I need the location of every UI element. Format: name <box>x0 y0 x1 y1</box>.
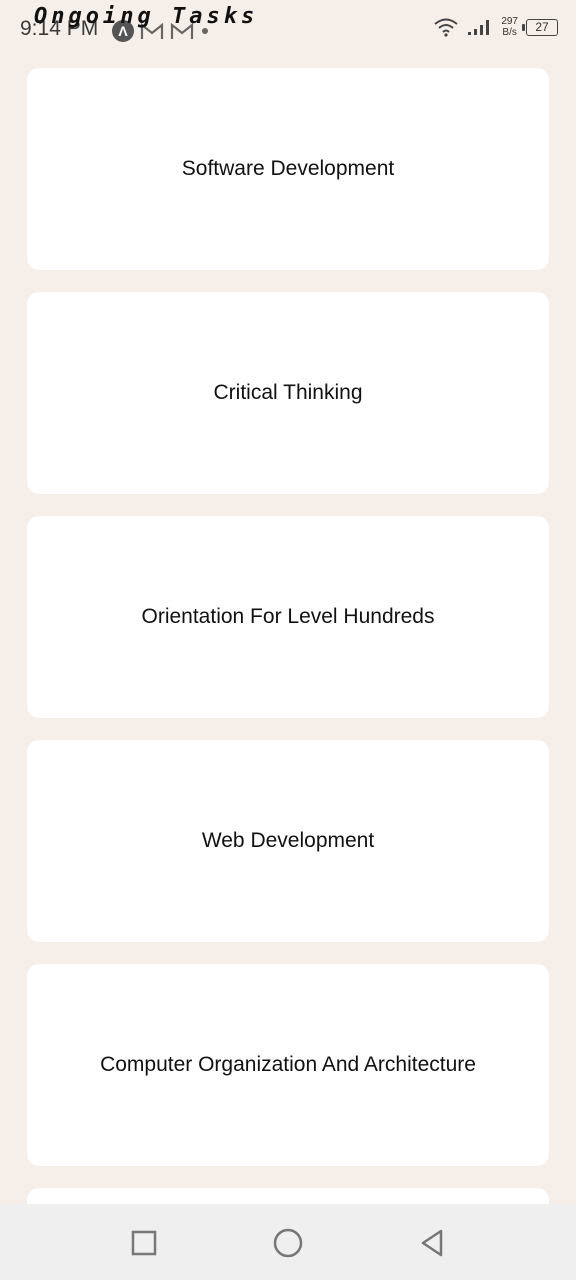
task-card-web-development[interactable]: Web Development <box>27 740 549 942</box>
net-speed-unit: B/s <box>502 27 517 38</box>
network-speed: 297 B/s <box>501 16 518 38</box>
recents-square-icon[interactable] <box>127 1226 161 1260</box>
page-title: Ongoing Tasks <box>34 4 259 29</box>
wifi-icon <box>434 18 458 37</box>
task-label: Web Development <box>201 829 375 852</box>
task-card-software-development[interactable]: Software Development <box>27 68 549 270</box>
signal-icon <box>468 20 490 35</box>
task-label: Computer Organization And Architecture <box>100 1053 476 1076</box>
task-label: Critical Thinking <box>213 381 363 404</box>
task-label: Software Development <box>181 157 395 180</box>
navigation-bar <box>0 1204 576 1280</box>
home-circle-icon[interactable] <box>271 1226 305 1260</box>
battery-level: 27 <box>535 20 549 34</box>
task-card-orientation[interactable]: Orientation For Level Hundreds <box>27 516 549 718</box>
battery-icon: 27 <box>522 18 558 36</box>
system-icons: 297 B/s 27 <box>433 16 558 38</box>
status-bar: 9:14 PM Λ Ongoing Tasks 297 B/s 27 <box>0 0 576 56</box>
task-card-computer-organization[interactable]: Computer Organization And Architecture <box>27 964 549 1166</box>
back-triangle-icon[interactable] <box>415 1226 449 1260</box>
task-list: Software Development Critical Thinking O… <box>27 68 549 1230</box>
task-card-critical-thinking[interactable]: Critical Thinking <box>27 292 549 494</box>
net-speed-value: 297 <box>501 16 518 27</box>
task-label: Orientation For Level Hundreds <box>141 605 435 628</box>
